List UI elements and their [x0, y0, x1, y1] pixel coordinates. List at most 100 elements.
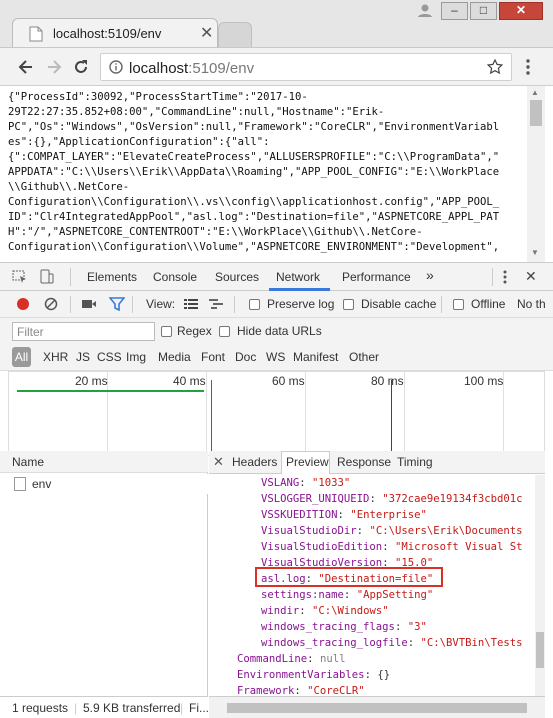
type-filter-img[interactable]: Img — [126, 350, 146, 364]
forward-arrow-icon[interactable] — [44, 57, 64, 77]
tab-performance[interactable]: Performance — [342, 270, 411, 284]
preview-key: VSLOGGER_UNIQUEID — [261, 493, 370, 505]
preview-row[interactable]: Framework: "CoreCLR" — [209, 683, 535, 696]
preview-row[interactable]: CommandLine: null — [209, 651, 535, 667]
profile-icon[interactable] — [415, 3, 435, 17]
preview-colon: : — [299, 605, 313, 617]
type-filter-media[interactable]: Media — [158, 350, 191, 364]
star-icon[interactable] — [487, 59, 503, 75]
preview-row[interactable]: windir: "C:\Windows" — [209, 603, 535, 619]
url-text[interactable]: localhost:5109/env — [129, 60, 254, 77]
timeline-tick-label: 40 ms — [173, 374, 206, 388]
tab-sources[interactable]: Sources — [215, 270, 259, 284]
filter-input[interactable]: Filter — [12, 322, 155, 341]
type-filter-other[interactable]: Other — [349, 350, 379, 364]
type-filter-doc[interactable]: Doc — [235, 350, 256, 364]
type-filter-css[interactable]: CSS — [97, 350, 122, 364]
url-bar[interactable]: localhost:5109/env — [100, 53, 512, 81]
preview-value: "CoreCLR" — [307, 685, 365, 696]
inspect-element-icon[interactable] — [12, 270, 28, 284]
type-filter-manifest[interactable]: Manifest — [293, 350, 338, 364]
info-icon[interactable] — [109, 60, 123, 74]
horizontal-scrollbar-thumb[interactable] — [227, 703, 527, 713]
type-filter-ws[interactable]: WS — [266, 350, 285, 364]
scroll-down-icon[interactable]: ▼ — [531, 248, 539, 257]
name-column-header[interactable]: Name — [0, 451, 208, 473]
type-filter-all[interactable]: All — [12, 347, 31, 367]
hide-data-urls-label: Hide data URLs — [237, 324, 322, 338]
maximize-button[interactable]: □ — [470, 2, 497, 20]
clear-icon[interactable] — [44, 297, 58, 311]
regex-checkbox[interactable] — [161, 326, 172, 337]
detail-close-icon[interactable]: ✕ — [213, 454, 224, 470]
new-tab-button[interactable] — [218, 22, 252, 47]
reload-icon[interactable] — [71, 57, 91, 77]
preview-row[interactable]: VisualStudioDir: "C:\Users\Erik\Document… — [209, 523, 535, 539]
preview-row[interactable]: VSLANG: "1033" — [209, 475, 535, 491]
disable-cache-checkbox[interactable] — [343, 299, 354, 310]
preview-value: "AppSetting" — [356, 589, 434, 601]
requests-list: Name env — [0, 451, 208, 696]
large-rows-icon[interactable] — [184, 298, 198, 310]
page-text-line: Configuration\\Configuration\\.vs\\confi… — [8, 196, 500, 208]
filter-icon[interactable] — [109, 297, 125, 311]
type-filter-font[interactable]: Font — [201, 350, 225, 364]
throttling-select[interactable]: No th — [517, 297, 546, 311]
tab-elements[interactable]: Elements — [87, 270, 137, 284]
tab-response[interactable]: Response — [337, 455, 391, 469]
devtools-menu-icon[interactable] — [503, 270, 507, 284]
preview-scrollbar[interactable] — [535, 475, 545, 696]
tab-close-icon[interactable]: ✕ — [200, 23, 213, 43]
preserve-log-checkbox[interactable] — [249, 299, 260, 310]
preview-colon: : — [337, 509, 351, 521]
waterfall-icon[interactable] — [209, 298, 225, 310]
type-filter-js[interactable]: JS — [76, 350, 90, 364]
view-label: View: — [146, 297, 176, 311]
record-icon[interactable] — [16, 297, 30, 311]
kebab-menu-icon[interactable] — [522, 58, 534, 76]
preview-value: {} — [377, 669, 391, 681]
hide-data-urls-checkbox[interactable] — [219, 326, 230, 337]
timeline-overview[interactable]: 20 ms 40 ms 60 ms 80 ms 100 ms — [8, 371, 545, 456]
more-tabs-icon[interactable]: » — [426, 267, 434, 283]
preview-row[interactable]: settings:name: "AppSetting" — [209, 587, 535, 603]
preview-row[interactable]: EnvironmentVariables: {} — [209, 667, 535, 683]
highlight-box — [255, 567, 443, 587]
preview-scrollbar-thumb[interactable] — [536, 632, 544, 668]
preview-row[interactable]: VisualStudioEdition: "Microsoft Visual S… — [209, 539, 535, 555]
tab-preview[interactable]: Preview — [286, 455, 329, 469]
type-filter-xhr[interactable]: XHR — [43, 350, 68, 364]
tab-network[interactable]: Network — [276, 270, 320, 284]
scroll-up-icon[interactable]: ▲ — [531, 88, 539, 97]
regex-label: Regex — [177, 324, 212, 338]
screenshot-camera-icon[interactable] — [81, 298, 97, 310]
minimize-button[interactable]: – — [441, 2, 468, 20]
preview-key: VSSKUEDITION — [261, 509, 338, 521]
status-bar: 1 requests | 5.9 KB transferred | Fi... — [0, 696, 209, 718]
page-text-line: APPDATA":"C:\\Users\\Erik\\AppData\\Roam… — [8, 166, 500, 178]
page-scrollbar-thumb[interactable] — [530, 100, 542, 126]
page-scrollbar[interactable]: ▲ ▼ — [527, 86, 545, 262]
tab-headers[interactable]: Headers — [232, 455, 277, 469]
preview-colon: : — [294, 685, 308, 696]
preview-row[interactable]: VSSKUEDITION: "Enterprise" — [209, 507, 535, 523]
preview-row[interactable]: windows_tracing_logfile: "C:\BVTBin\Test… — [209, 635, 535, 651]
back-arrow-icon[interactable] — [16, 57, 36, 77]
close-window-button[interactable]: ✕ — [499, 2, 543, 20]
browser-tab[interactable]: localhost:5109/env ✕ — [12, 18, 218, 47]
offline-checkbox[interactable] — [453, 299, 464, 310]
preview-key: VisualStudioEdition — [261, 541, 383, 553]
devtools-close-icon[interactable]: ✕ — [525, 268, 537, 285]
transferred-size: 5.9 KB transferred — [83, 701, 181, 715]
horizontal-scrollbar[interactable] — [209, 696, 545, 718]
preview-row[interactable]: VSLOGGER_UNIQUEID: "372cae9e19134f3cbd01… — [209, 491, 535, 507]
tab-timing[interactable]: Timing — [397, 455, 433, 469]
request-row[interactable]: env — [0, 474, 208, 494]
preview-row[interactable]: windows_tracing_flags: "3" — [209, 619, 535, 635]
preview-key: EnvironmentVariables — [237, 669, 365, 681]
timeline-tick-label: 20 ms — [75, 374, 108, 388]
device-toolbar-icon[interactable] — [40, 269, 54, 285]
tab-console[interactable]: Console — [153, 270, 197, 284]
preview-value: "C:\Windows" — [312, 605, 389, 617]
preview-value: "3" — [407, 621, 427, 633]
